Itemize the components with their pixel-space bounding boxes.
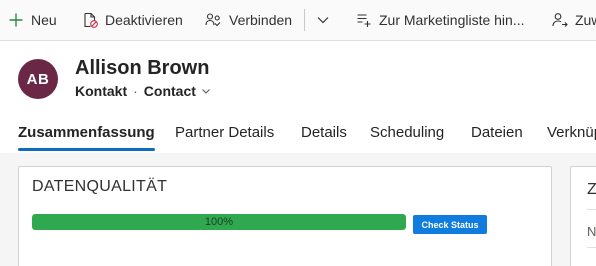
new-button-label: Neu: [31, 12, 57, 28]
side-section-title: Z: [587, 181, 596, 198]
side-field-label: N: [587, 224, 596, 239]
connect-button[interactable]: Verbinden: [205, 0, 293, 40]
add-to-list-icon: [357, 14, 371, 27]
assign-button-label: Zuweisen: [575, 12, 596, 28]
command-bar: Neu Deaktivieren Verbinden Zur Marketing…: [0, 0, 596, 41]
deactivate-button[interactable]: Deaktivieren: [82, 0, 183, 40]
data-quality-progress-bar: 100%: [32, 214, 406, 230]
data-quality-title: DATENQUALITÄT: [32, 178, 168, 195]
form-selector[interactable]: Contact: [144, 83, 211, 99]
tab-details[interactable]: Details: [301, 124, 347, 141]
check-status-button[interactable]: Check Status: [413, 215, 487, 234]
add-to-marketing-list-button[interactable]: Zur Marketingliste hin...: [356, 0, 525, 40]
record-title: Allison Brown: [75, 57, 210, 79]
tab-list: Zusammenfassung Partner Details Details …: [0, 118, 596, 152]
connect-more-button[interactable]: [312, 0, 334, 40]
assign-button[interactable]: Zuweisen: [552, 0, 596, 40]
tab-related[interactable]: Verknüpft: [547, 124, 596, 141]
plus-icon: [9, 13, 23, 27]
connect-button-label: Verbinden: [229, 12, 293, 28]
subtitle-separator: ·: [133, 83, 138, 99]
form-name: Contact: [143, 83, 196, 99]
avatar: AB: [18, 59, 58, 99]
tab-summary[interactable]: Zusammenfassung: [18, 124, 155, 141]
side-section: Z N: [570, 166, 596, 266]
divider: [587, 209, 596, 210]
command-separator: [304, 9, 305, 31]
tab-scheduling[interactable]: Scheduling: [370, 124, 444, 141]
entity-name: Kontakt: [75, 83, 128, 99]
tab-files[interactable]: Dateien: [471, 124, 523, 141]
active-tab-indicator: [18, 148, 155, 151]
person-assign-icon: [552, 13, 568, 27]
document-deactivate-icon: [84, 12, 98, 28]
people-connect-icon: [205, 13, 221, 27]
add-to-marketing-list-label: Zur Marketingliste hin...: [379, 12, 525, 28]
tab-partner-details[interactable]: Partner Details: [175, 124, 274, 141]
chevron-down-icon: [202, 89, 210, 94]
progress-text: 100%: [204, 216, 234, 228]
chevron-down-icon: [317, 17, 329, 24]
divider: [587, 247, 596, 248]
record-subtitle: Kontakt · Contact: [75, 83, 211, 99]
deactivate-button-label: Deaktivieren: [105, 12, 183, 28]
new-button[interactable]: Neu: [8, 0, 57, 40]
